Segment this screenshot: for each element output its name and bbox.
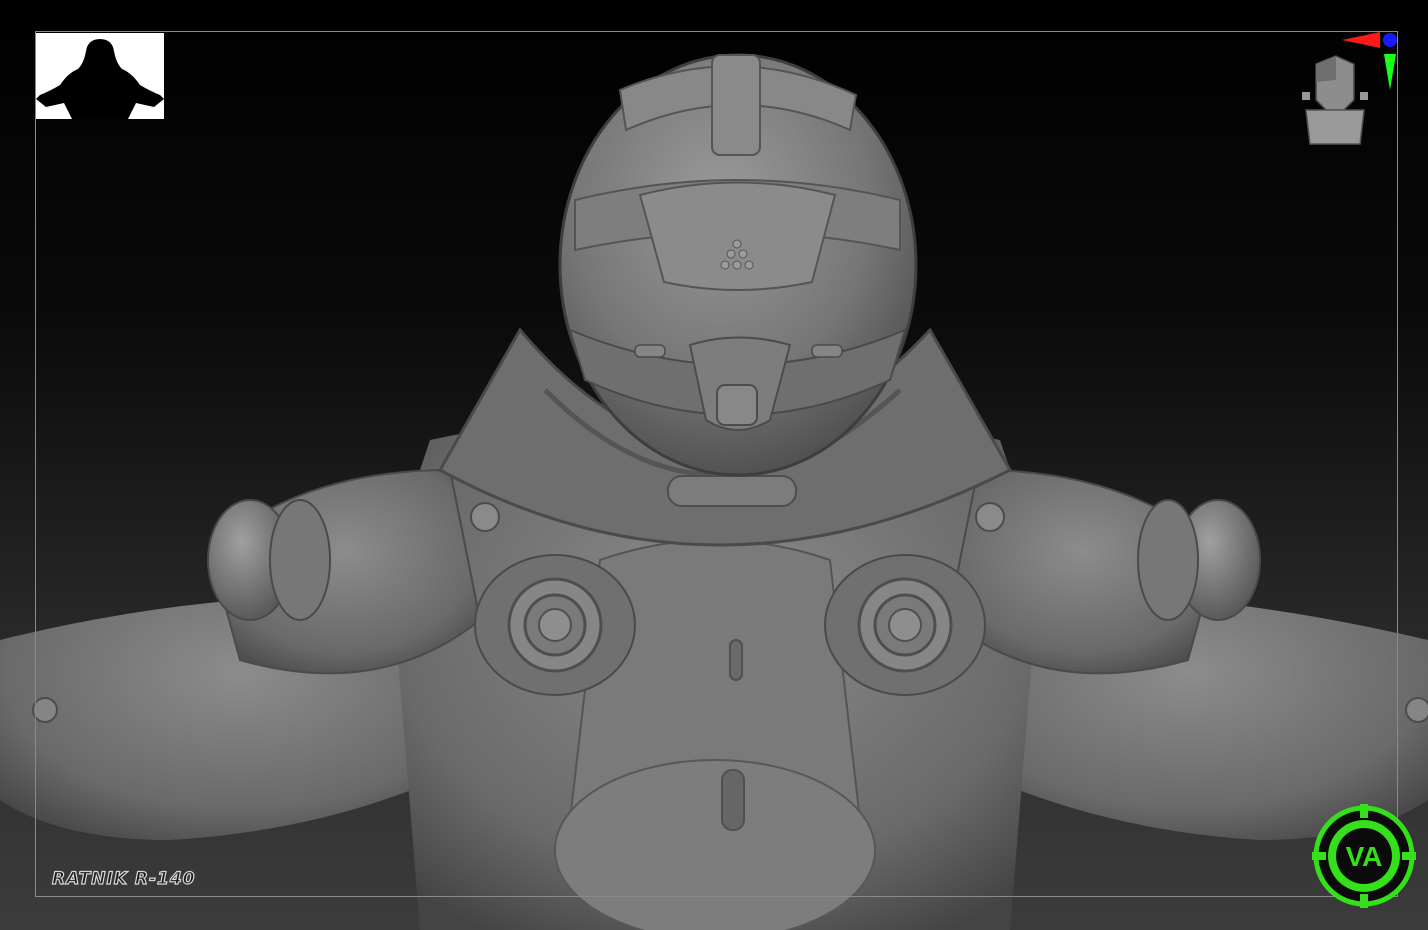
model-label: RATNIK R-140: [51, 868, 196, 889]
head-orientation-icon: [1302, 55, 1368, 145]
left-chest-ring: [474, 554, 636, 696]
brand-logo-icon: VA: [1312, 804, 1416, 908]
belly-slot: [721, 769, 745, 831]
axis-z-dot: [1383, 33, 1397, 47]
chest-slot: [729, 639, 743, 681]
sculpt-model[interactable]: [0, 0, 1428, 930]
axis-y-arrow: [1384, 54, 1396, 90]
silhouette-thumbnail[interactable]: [36, 33, 164, 119]
right-chest-ring: [824, 554, 986, 696]
axis-x-arrow: [1342, 32, 1380, 48]
logo-text: VA: [1346, 841, 1383, 872]
pose-silhouette-icon: [36, 39, 164, 119]
helmet: [558, 53, 918, 477]
belly-dome: [554, 759, 876, 930]
sculpt-viewport[interactable]: RATNIK R-140 VA: [0, 0, 1428, 930]
axis-orientation-icon[interactable]: [1296, 30, 1404, 150]
